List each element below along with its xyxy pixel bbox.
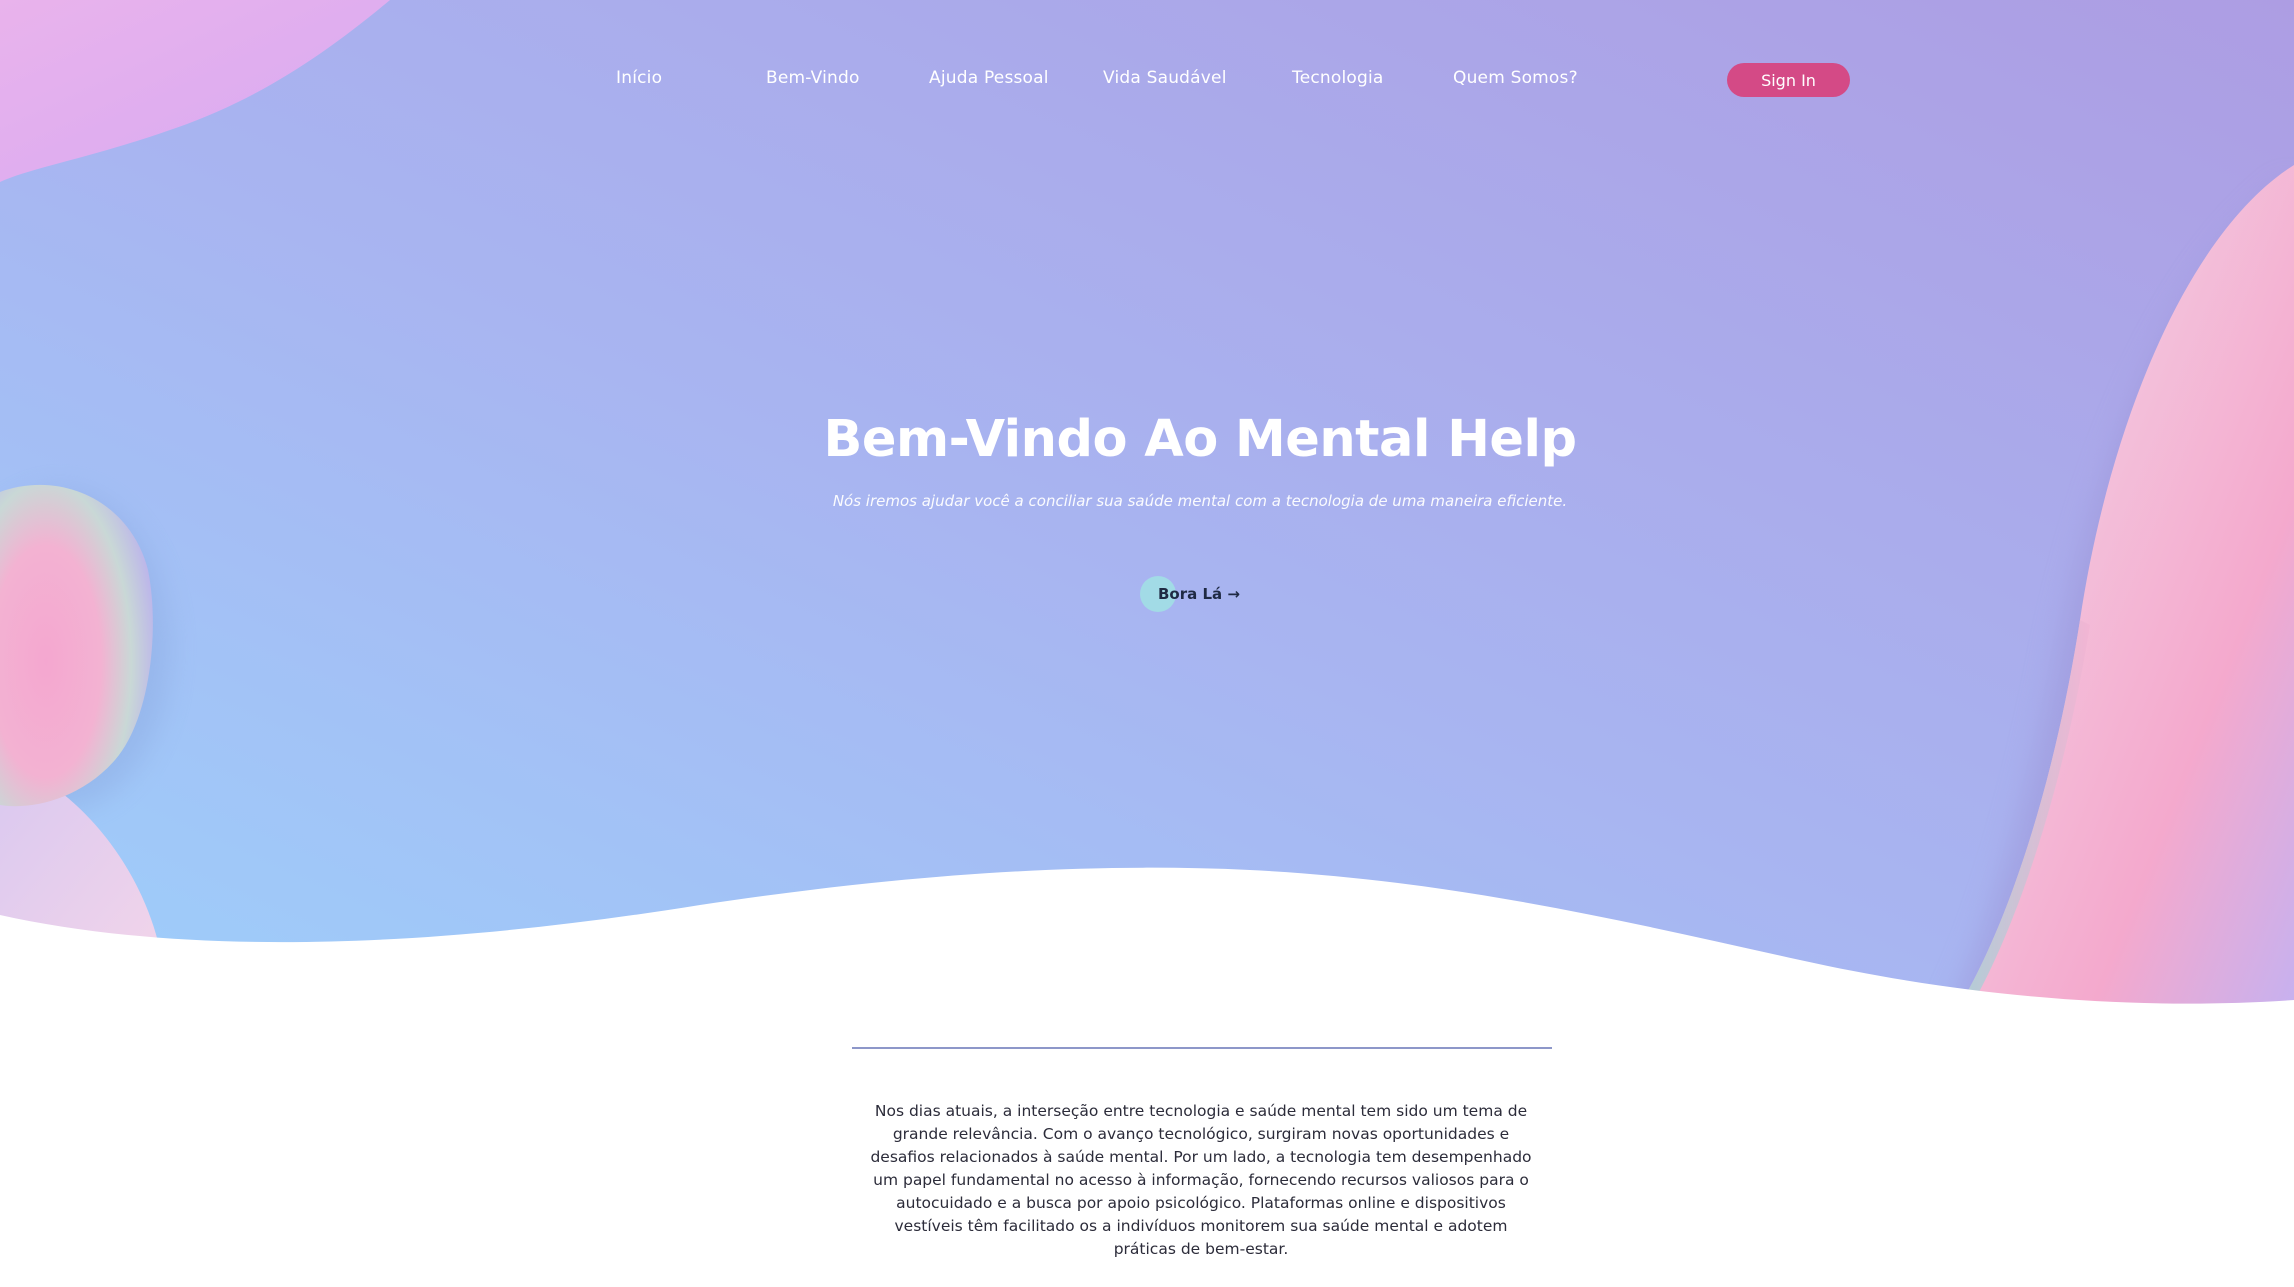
hero-subtitle: Nós iremos ajudar você a conciliar sua s… [832,492,1568,510]
nav-item-bem-vindo[interactable]: Bem-Vindo [766,68,860,88]
nav-item-vida-saudavel[interactable]: Vida Saudável [1103,68,1227,88]
intro-paragraph: Nos dias atuais, a interseção entre tecn… [870,1101,1532,1258]
bora-la-button[interactable]: Bora Lá → [1140,576,1240,612]
nav-item-quem-somos[interactable]: Quem Somos? [1453,68,1578,88]
sign-in-button[interactable]: Sign In [1727,63,1850,97]
nav-item-tecnologia[interactable]: Tecnologia [1292,68,1384,88]
section-divider [852,1047,1552,1049]
page: Início Bem-Vindo Ajuda Pessoal Vida Saud… [0,0,2294,1287]
hero-title: Bem-Vindo Ao Mental Help [823,410,1577,469]
nav-item-ajuda-pessoal[interactable]: Ajuda Pessoal [929,68,1049,88]
nav-item-inicio[interactable]: Início [616,68,662,88]
hero-background [0,0,2294,1287]
bora-la-label: Bora Lá → [1158,585,1240,603]
